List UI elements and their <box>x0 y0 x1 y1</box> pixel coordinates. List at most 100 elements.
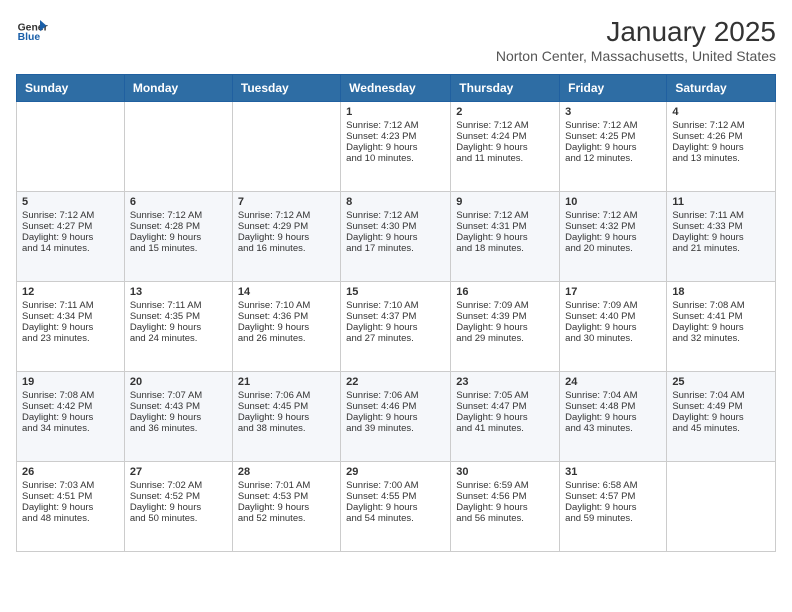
day-info: Sunrise: 7:04 AM <box>565 390 661 401</box>
day-info: Sunrise: 7:05 AM <box>456 390 554 401</box>
calendar-cell: 7Sunrise: 7:12 AMSunset: 4:29 PMDaylight… <box>232 192 340 282</box>
day-info: and 39 minutes. <box>346 423 445 434</box>
day-number: 2 <box>456 106 554 118</box>
day-info: Daylight: 9 hours <box>238 322 335 333</box>
day-info: and 48 minutes. <box>22 513 119 524</box>
day-info: Daylight: 9 hours <box>22 412 119 423</box>
day-info: Sunset: 4:23 PM <box>346 131 445 142</box>
week-row-1: 1 Sunrise: 7:12 AMSunset: 4:23 PM Daylight… <box>17 102 776 192</box>
day-number: 30 <box>456 466 554 478</box>
day-info: Sunset: 4:25 PM <box>565 131 661 142</box>
day-info: Sunrise: 7:12 AM <box>130 210 227 221</box>
day-info: Sunset: 4:27 PM <box>22 221 119 232</box>
calendar-cell: 11Sunrise: 7:11 AMSunset: 4:33 PMDayligh… <box>667 192 776 282</box>
day-info: and 36 minutes. <box>130 423 227 434</box>
day-info: Daylight: 9 hours <box>346 502 445 513</box>
day-info: Sunrise: 7:08 AM <box>672 300 770 311</box>
day-number: 6 <box>130 196 227 208</box>
day-info: Sunrise: 7:06 AM <box>346 390 445 401</box>
day-info: Sunrise: 7:12 AM <box>456 210 554 221</box>
day-number: 1 <box>346 106 445 118</box>
day-info: Sunset: 4:32 PM <box>565 221 661 232</box>
day-number: 11 <box>672 196 770 208</box>
day-number: 13 <box>130 286 227 298</box>
day-number: 24 <box>565 376 661 388</box>
svg-text:Blue: Blue <box>18 32 41 43</box>
calendar-cell: 30Sunrise: 6:59 AMSunset: 4:56 PMDayligh… <box>451 462 560 552</box>
day-info: Daylight: 9 hours <box>238 232 335 243</box>
day-info: Sunset: 4:29 PM <box>238 221 335 232</box>
day-info: and 13 minutes. <box>672 153 770 164</box>
day-info: Sunset: 4:37 PM <box>346 311 445 322</box>
calendar-cell <box>17 102 125 192</box>
day-header-thursday: Thursday <box>451 75 560 102</box>
calendar-cell: 25Sunrise: 7:04 AMSunset: 4:49 PMDayligh… <box>667 372 776 462</box>
day-info: Sunset: 4:47 PM <box>456 401 554 412</box>
day-info: Daylight: 9 hours <box>238 502 335 513</box>
day-number: 3 <box>565 106 661 118</box>
day-info: Sunrise: 7:10 AM <box>238 300 335 311</box>
day-info: and 41 minutes. <box>456 423 554 434</box>
day-info: Sunrise: 7:11 AM <box>22 300 119 311</box>
day-info: Daylight: 9 hours <box>565 142 661 153</box>
day-info: Sunset: 4:48 PM <box>565 401 661 412</box>
calendar-cell: 15Sunrise: 7:10 AMSunset: 4:37 PMDayligh… <box>341 282 451 372</box>
calendar-cell: 31Sunrise: 6:58 AMSunset: 4:57 PMDayligh… <box>560 462 667 552</box>
day-header-saturday: Saturday <box>667 75 776 102</box>
calendar-cell: 5Sunrise: 7:12 AMSunset: 4:27 PMDaylight… <box>17 192 125 282</box>
day-header-friday: Friday <box>560 75 667 102</box>
day-number: 15 <box>346 286 445 298</box>
calendar-cell: 18Sunrise: 7:08 AMSunset: 4:41 PMDayligh… <box>667 282 776 372</box>
day-info: and 23 minutes. <box>22 333 119 344</box>
day-info: Sunrise: 7:12 AM <box>565 210 661 221</box>
day-info: Sunset: 4:30 PM <box>346 221 445 232</box>
day-info: Sunset: 4:55 PM <box>346 491 445 502</box>
day-info: and 50 minutes. <box>130 513 227 524</box>
calendar-cell: 27Sunrise: 7:02 AMSunset: 4:52 PMDayligh… <box>124 462 232 552</box>
day-info: and 54 minutes. <box>346 513 445 524</box>
day-info: Sunset: 4:46 PM <box>346 401 445 412</box>
day-info: Sunset: 4:36 PM <box>238 311 335 322</box>
day-number: 12 <box>22 286 119 298</box>
day-info: Sunrise: 7:07 AM <box>130 390 227 401</box>
title-block: January 2025 Norton Center, Massachusett… <box>496 16 776 64</box>
day-info: Daylight: 9 hours <box>346 412 445 423</box>
day-number: 9 <box>456 196 554 208</box>
day-info: Daylight: 9 hours <box>238 412 335 423</box>
day-number: 29 <box>346 466 445 478</box>
day-number: 18 <box>672 286 770 298</box>
day-number: 21 <box>238 376 335 388</box>
day-info: Sunset: 4:34 PM <box>22 311 119 322</box>
day-info: Sunset: 4:51 PM <box>22 491 119 502</box>
calendar-cell: 6Sunrise: 7:12 AMSunset: 4:28 PMDaylight… <box>124 192 232 282</box>
day-info: and 56 minutes. <box>456 513 554 524</box>
day-info: and 45 minutes. <box>672 423 770 434</box>
day-info: and 20 minutes. <box>565 243 661 254</box>
day-info: Sunset: 4:52 PM <box>130 491 227 502</box>
week-row-5: 26Sunrise: 7:03 AMSunset: 4:51 PMDayligh… <box>17 462 776 552</box>
day-number: 8 <box>346 196 445 208</box>
day-info: and 34 minutes. <box>22 423 119 434</box>
day-info: and 26 minutes. <box>238 333 335 344</box>
day-info: Daylight: 9 hours <box>456 232 554 243</box>
day-info: Sunrise: 7:11 AM <box>130 300 227 311</box>
day-info: Sunrise: 6:58 AM <box>565 480 661 491</box>
day-header-row: SundayMondayTuesdayWednesdayThursdayFrid… <box>17 75 776 102</box>
day-info: Sunset: 4:40 PM <box>565 311 661 322</box>
day-info: Daylight: 9 hours <box>565 232 661 243</box>
day-number: 16 <box>456 286 554 298</box>
day-info: Sunset: 4:26 PM <box>672 131 770 142</box>
day-number: 26 <box>22 466 119 478</box>
week-row-3: 12Sunrise: 7:11 AMSunset: 4:34 PMDayligh… <box>17 282 776 372</box>
day-number: 4 <box>672 106 770 118</box>
day-info: Daylight: 9 hours <box>456 142 554 153</box>
day-info: Sunrise: 7:09 AM <box>565 300 661 311</box>
day-info: Sunset: 4:53 PM <box>238 491 335 502</box>
day-info: and 17 minutes. <box>346 243 445 254</box>
day-info: Daylight: 9 hours <box>130 502 227 513</box>
day-info: Sunset: 4:45 PM <box>238 401 335 412</box>
day-info: Daylight: 9 hours <box>130 322 227 333</box>
day-info: Sunrise: 7:12 AM <box>346 120 445 131</box>
day-number: 19 <box>22 376 119 388</box>
day-info: and 14 minutes. <box>22 243 119 254</box>
